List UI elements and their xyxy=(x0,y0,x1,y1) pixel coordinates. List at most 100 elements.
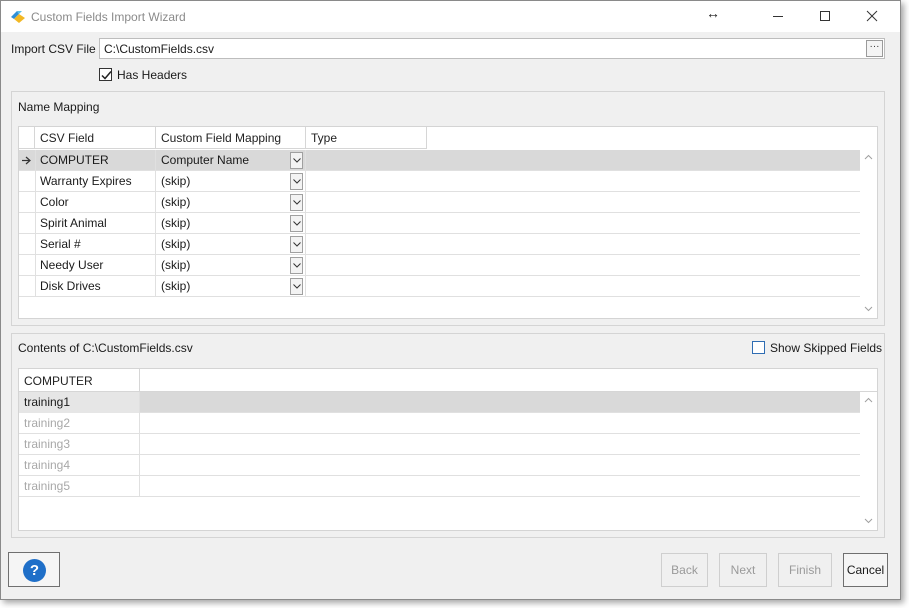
column-header-empty xyxy=(140,369,877,392)
chevron-down-icon xyxy=(293,158,301,163)
computer-cell: training3 xyxy=(19,434,140,455)
minimize-button[interactable] xyxy=(755,1,801,32)
type-cell xyxy=(306,192,860,213)
scroll-down-arrow-icon xyxy=(864,306,873,312)
import-wizard-window: Custom Fields Import Wizard ↔ Import CSV… xyxy=(0,0,901,600)
has-headers-checkbox[interactable] xyxy=(99,68,112,81)
csv-file-path-input[interactable]: C:\CustomFields.csv xyxy=(99,38,885,59)
computer-cell: training4 xyxy=(19,455,140,476)
dropdown-button[interactable] xyxy=(290,257,303,274)
mapping-row[interactable]: Needy User (skip) xyxy=(19,255,860,276)
custom-field-mapping-dropdown[interactable]: (skip) xyxy=(156,192,306,213)
mapping-row[interactable]: Disk Drives (skip) xyxy=(19,276,860,297)
custom-field-mapping-dropdown[interactable]: (skip) xyxy=(156,276,306,297)
name-mapping-title: Name Mapping xyxy=(18,100,100,114)
contents-vertical-scrollbar[interactable] xyxy=(860,392,877,530)
mapping-value: (skip) xyxy=(161,279,191,293)
row-indicator xyxy=(19,150,36,171)
mapping-row[interactable]: Serial # (skip) xyxy=(19,234,860,255)
computer-cell: training5 xyxy=(19,476,140,497)
contents-row[interactable]: training1 xyxy=(19,392,860,413)
next-button[interactable]: Next xyxy=(719,553,767,587)
dropdown-button[interactable] xyxy=(290,278,303,295)
scroll-up-arrow-icon xyxy=(864,397,873,403)
contents-title: Contents of C:\CustomFields.csv xyxy=(18,341,193,355)
dropdown-button[interactable] xyxy=(290,236,303,253)
mapping-row[interactable]: COMPUTER Computer Name xyxy=(19,150,860,171)
csv-field-cell: Warranty Expires xyxy=(35,171,156,192)
row-indicator xyxy=(19,213,36,234)
type-cell xyxy=(306,213,860,234)
app-logo-icon xyxy=(10,9,26,25)
finish-button[interactable]: Finish xyxy=(778,553,832,587)
mapping-row[interactable]: Spirit Animal (skip) xyxy=(19,213,860,234)
chevron-down-icon xyxy=(293,263,301,268)
row-indicator xyxy=(19,276,36,297)
dropdown-button[interactable] xyxy=(290,173,303,190)
column-header-computer[interactable]: COMPUTER xyxy=(19,369,140,392)
type-cell xyxy=(306,150,860,171)
chevron-down-icon xyxy=(293,221,301,226)
scroll-down-arrow-icon xyxy=(864,518,873,524)
mapping-value: (skip) xyxy=(161,216,191,230)
title-bar: Custom Fields Import Wizard ↔ xyxy=(1,1,900,32)
name-mapping-grid: CSV Field Custom Field Mapping Type COMP… xyxy=(18,126,878,319)
chevron-down-icon xyxy=(293,242,301,247)
mapping-row[interactable]: Color (skip) xyxy=(19,192,860,213)
cancel-button[interactable]: Cancel xyxy=(843,553,888,587)
mapping-row[interactable]: Warranty Expires (skip) xyxy=(19,171,860,192)
csv-field-cell: Needy User xyxy=(35,255,156,276)
custom-field-mapping-dropdown[interactable]: Computer Name xyxy=(156,150,306,171)
type-cell xyxy=(306,255,860,276)
csv-field-cell: Spirit Animal xyxy=(35,213,156,234)
row-indicator xyxy=(19,192,36,213)
custom-field-mapping-dropdown[interactable]: (skip) xyxy=(156,213,306,234)
csv-field-cell: COMPUTER xyxy=(35,150,156,171)
empty-cell xyxy=(140,413,860,434)
checkmark-icon xyxy=(101,71,112,80)
row-indicator-header xyxy=(19,127,35,149)
contents-grid: COMPUTER training1 training2 training3 trai… xyxy=(18,368,878,531)
csv-field-cell: Color xyxy=(35,192,156,213)
show-skipped-fields-checkbox[interactable] xyxy=(752,341,765,354)
contents-row[interactable]: training4 xyxy=(19,455,860,476)
row-indicator xyxy=(19,255,36,276)
back-button[interactable]: Back xyxy=(661,553,708,587)
column-header-custom-field-mapping[interactable]: Custom Field Mapping xyxy=(156,127,306,149)
contents-row[interactable]: training3 xyxy=(19,434,860,455)
dropdown-button[interactable] xyxy=(290,215,303,232)
dropdown-button[interactable] xyxy=(290,194,303,211)
mapping-value: (skip) xyxy=(161,195,191,209)
custom-field-mapping-dropdown[interactable]: (skip) xyxy=(156,234,306,255)
mapping-vertical-scrollbar[interactable] xyxy=(860,149,877,318)
contents-row[interactable]: training5 xyxy=(19,476,860,497)
contents-row[interactable]: training2 xyxy=(19,413,860,434)
type-cell xyxy=(306,234,860,255)
import-csv-label: Import CSV File xyxy=(11,42,96,56)
show-skipped-fields-label: Show Skipped Fields xyxy=(770,341,883,355)
column-header-type[interactable]: Type xyxy=(306,127,427,149)
mapping-value: (skip) xyxy=(161,174,191,188)
dropdown-button[interactable] xyxy=(290,152,303,169)
mapping-value: Computer Name xyxy=(161,153,250,167)
maximize-button[interactable] xyxy=(802,1,848,32)
csv-field-cell: Disk Drives xyxy=(35,276,156,297)
column-header-csv-field[interactable]: CSV Field xyxy=(35,127,156,149)
type-cell xyxy=(306,276,860,297)
row-indicator xyxy=(19,234,36,255)
computer-cell: training2 xyxy=(19,413,140,434)
empty-cell xyxy=(140,476,860,497)
type-cell xyxy=(306,171,860,192)
chevron-down-icon xyxy=(293,284,301,289)
close-button[interactable] xyxy=(849,1,895,32)
empty-cell xyxy=(140,434,860,455)
browse-button[interactable]: ··· xyxy=(866,40,883,57)
row-indicator xyxy=(19,171,36,192)
custom-field-mapping-dropdown[interactable]: (skip) xyxy=(156,171,306,192)
chevron-down-icon xyxy=(293,200,301,205)
chevron-down-icon xyxy=(293,179,301,184)
help-button[interactable]: ? xyxy=(8,552,60,587)
empty-cell xyxy=(140,392,860,413)
scroll-up-arrow-icon xyxy=(864,154,873,160)
custom-field-mapping-dropdown[interactable]: (skip) xyxy=(156,255,306,276)
